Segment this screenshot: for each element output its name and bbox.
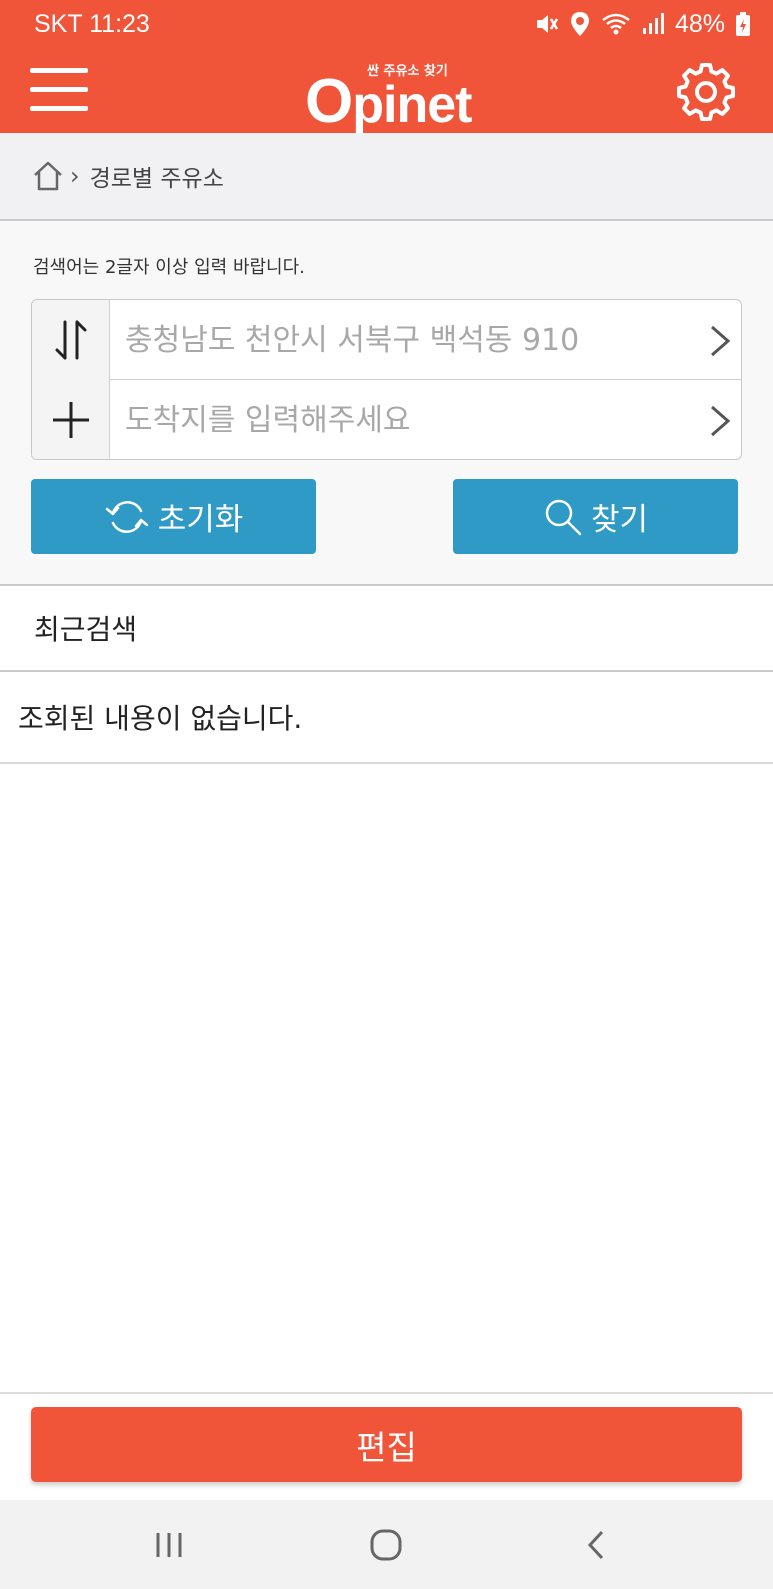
carrier-time: SKT 11:23 xyxy=(34,9,150,38)
destination-row xyxy=(32,380,741,459)
location-icon xyxy=(570,12,589,36)
back-chevron-icon xyxy=(587,1530,604,1560)
signal-icon xyxy=(642,13,664,34)
reset-button[interactable]: 초기화 xyxy=(31,479,316,554)
search-label: 찾기 xyxy=(590,502,649,538)
logo-wordmark: Opinet xyxy=(305,66,472,137)
home-nav-button[interactable] xyxy=(356,1522,416,1568)
origin-input[interactable] xyxy=(125,318,685,362)
system-navigation-bar xyxy=(0,1500,773,1589)
breadcrumb: › 경로별 주유소 xyxy=(0,133,773,221)
route-search-panel: 검색어는 2글자 이상 입력 바랍니다. 충청남도 천안시 서북구 백석동 91… xyxy=(0,221,773,586)
logo-rest: pinet xyxy=(352,76,472,134)
origin-row xyxy=(32,300,741,380)
logo-letter-o: O xyxy=(305,67,353,136)
refresh-icon xyxy=(105,500,148,533)
edit-button[interactable]: 편집 xyxy=(31,1407,742,1482)
battery-icon xyxy=(736,12,750,36)
swap-arrows-icon xyxy=(55,320,86,360)
settings-button[interactable] xyxy=(676,62,736,122)
opinet-logo: 싼 주유소 찾기 Opinet xyxy=(305,56,472,136)
recent-searches-title: 최근검색 xyxy=(0,586,773,672)
swap-button[interactable] xyxy=(32,300,110,380)
search-icon xyxy=(545,499,582,535)
home-icon[interactable] xyxy=(32,160,64,192)
route-input-box xyxy=(31,299,742,460)
breadcrumb-separator-icon: › xyxy=(70,162,80,190)
breadcrumb-current: 경로별 주유소 xyxy=(89,166,224,192)
destination-input[interactable] xyxy=(125,398,685,442)
origin-chevron-right-icon[interactable] xyxy=(708,324,732,358)
status-right: 48% xyxy=(533,10,751,39)
recent-empty-message: 조회된 내용이 없습니다. xyxy=(0,672,773,764)
destination-chevron-right-icon[interactable] xyxy=(708,404,732,438)
route-gas-station-screen: SKT 11:23 48% 싼 주유소 찾기 Opinet › 경로별 주유소 … xyxy=(0,0,773,1589)
search-hint: 검색어는 2글자 이상 입력 바랍니다. xyxy=(33,257,305,278)
status-icons xyxy=(533,11,665,37)
recent-apps-icon xyxy=(156,1533,182,1557)
gear-icon xyxy=(677,63,735,121)
home-circle-icon xyxy=(370,1529,402,1561)
app-header: 싼 주유소 찾기 Opinet xyxy=(0,48,773,136)
battery-percent: 48% xyxy=(674,9,725,38)
bottom-divider xyxy=(0,1392,773,1394)
reset-label: 초기화 xyxy=(157,502,244,538)
menu-button[interactable] xyxy=(30,68,88,114)
recent-apps-button[interactable] xyxy=(139,1522,199,1568)
search-button[interactable]: 찾기 xyxy=(453,479,738,554)
plus-icon xyxy=(52,402,89,438)
mute-icon xyxy=(536,15,559,33)
wifi-icon xyxy=(602,13,630,35)
add-waypoint-button[interactable] xyxy=(32,380,110,459)
status-bar: SKT 11:23 48% xyxy=(0,0,773,48)
back-button[interactable] xyxy=(566,1522,626,1568)
